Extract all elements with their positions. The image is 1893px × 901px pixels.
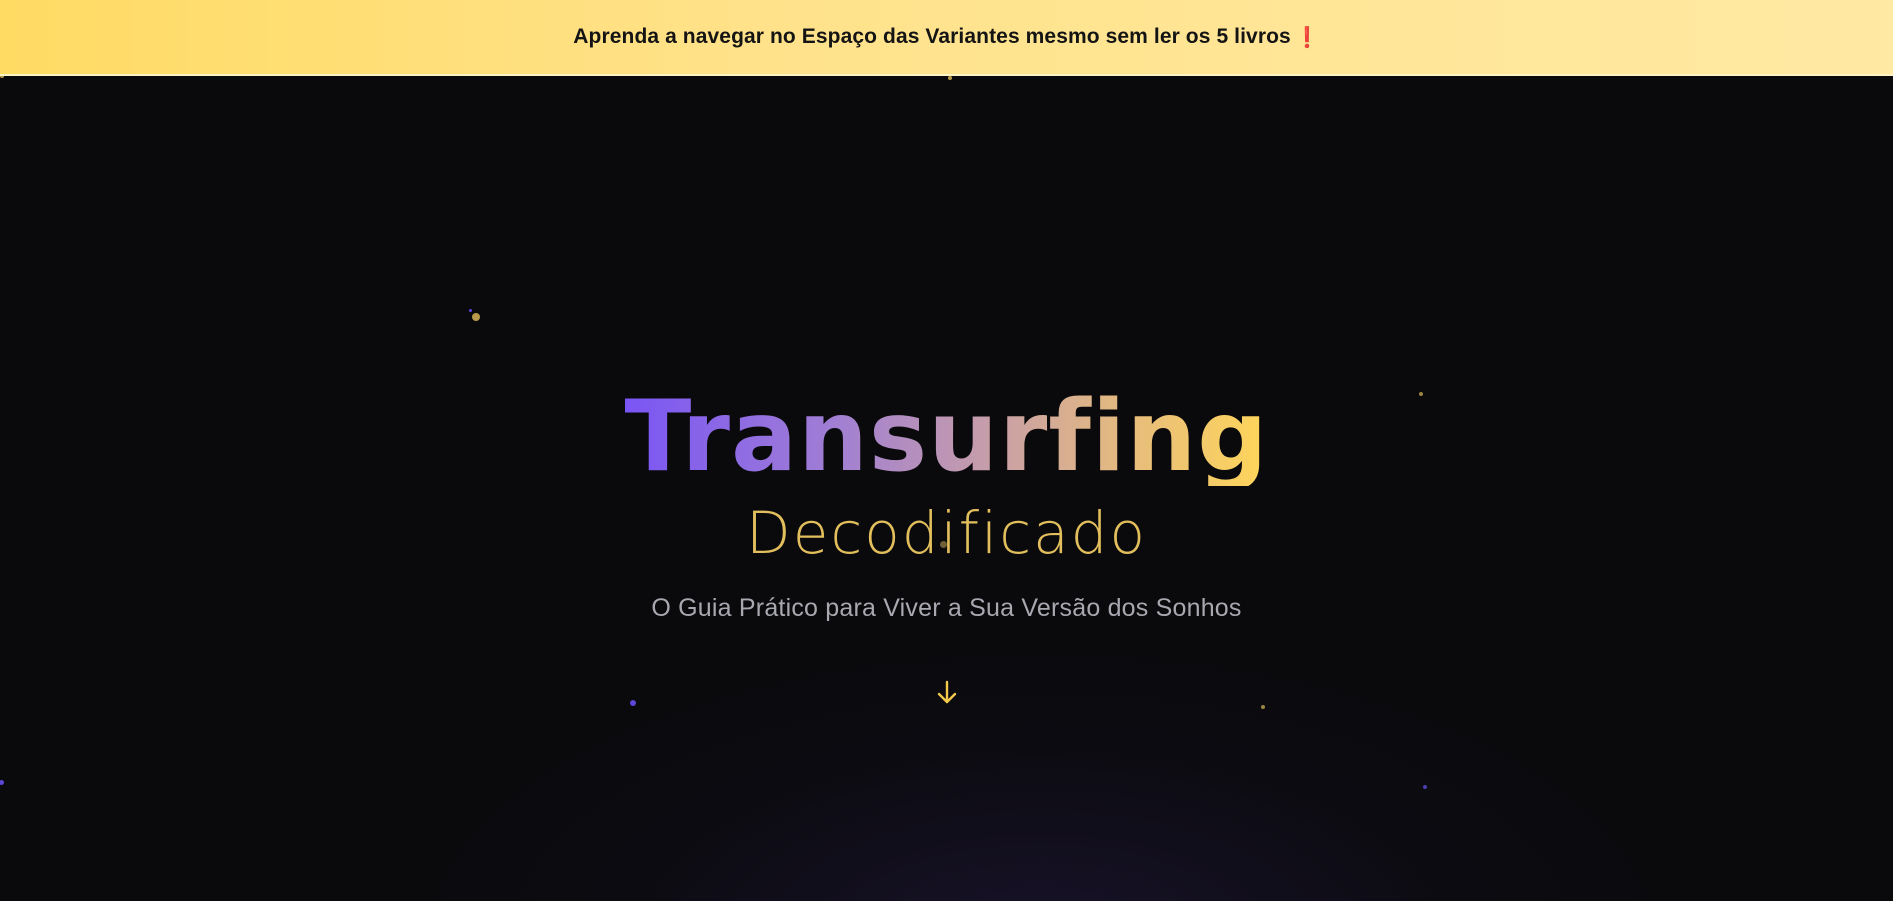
hero-section: Transurfing Decodificado O Guia Prático … — [0, 76, 1893, 901]
exclamation-icon: ❗ — [1294, 25, 1320, 49]
particle-dot — [1423, 785, 1427, 789]
particle-dot — [948, 76, 952, 80]
arrow-down-icon[interactable] — [936, 680, 958, 706]
arrow-down-svg — [937, 680, 957, 704]
particle-dot — [472, 313, 480, 321]
particle-dot — [0, 76, 4, 78]
hero-tagline: O Guia Prático para Viver a Sua Versão d… — [651, 594, 1242, 622]
banner-text: Aprenda a navegar no Espaço das Variante… — [573, 25, 1291, 48]
hero-title-wrap: Transurfing — [0, 388, 1893, 486]
particle-dot — [469, 309, 472, 312]
particle-dot — [630, 700, 636, 706]
hero-subtitle: Decodificado — [746, 499, 1147, 567]
particle-dot — [0, 780, 4, 785]
announcement-banner: Aprenda a navegar no Espaço das Variante… — [0, 0, 1893, 76]
particle-dot — [1261, 705, 1265, 709]
hero-title: Transurfing — [624, 380, 1269, 494]
